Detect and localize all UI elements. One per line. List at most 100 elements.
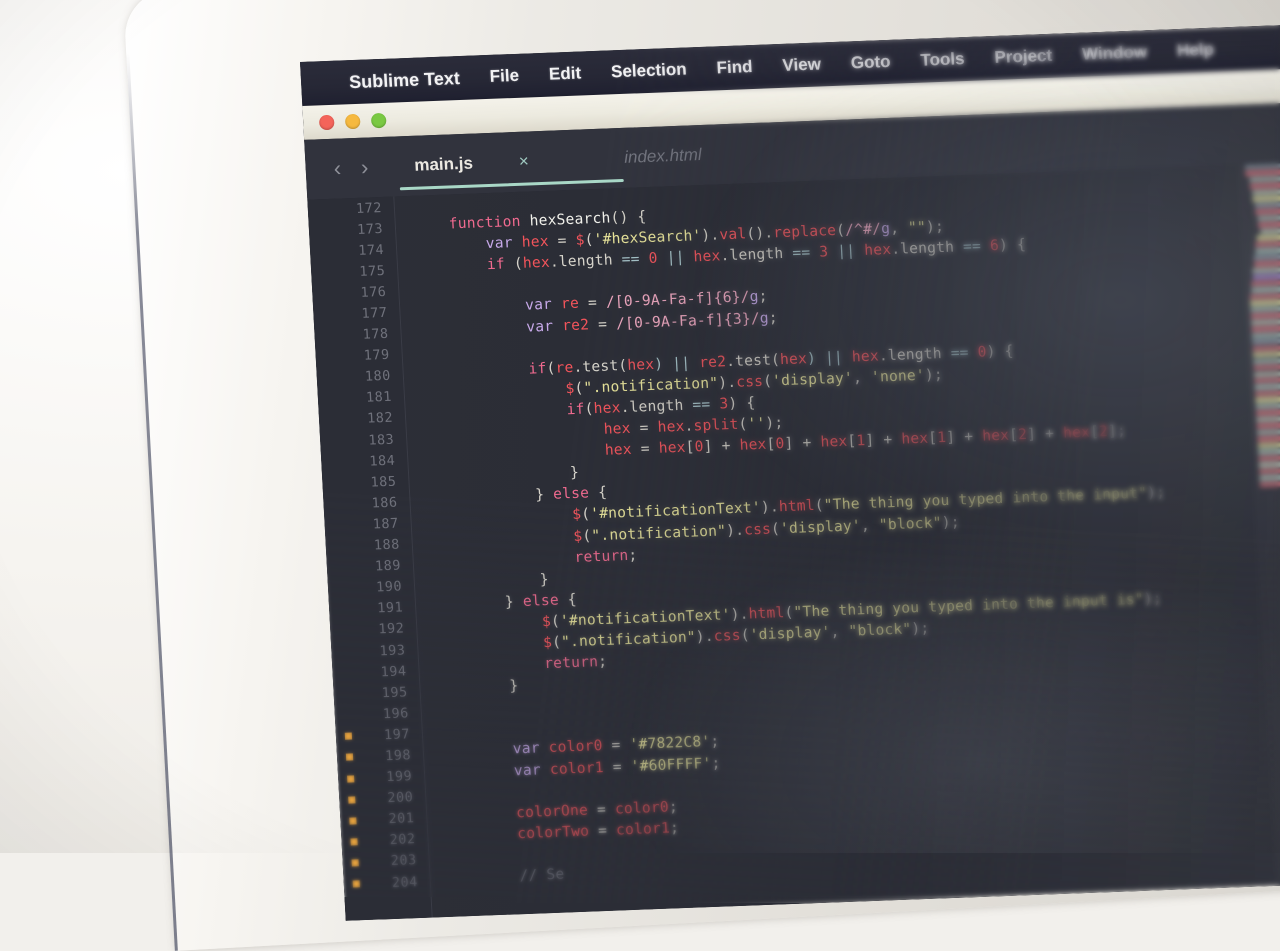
code-token: = — [588, 821, 617, 840]
menu-item-goto[interactable]: Goto — [850, 52, 891, 73]
code-editor[interactable]: 172 173 174 175 176 177 178 179 180 181 182 183 184 1… — [307, 159, 1280, 921]
code-token: = — [602, 736, 630, 755]
line-number: 183 — [367, 431, 395, 449]
line-number: 182 — [366, 410, 394, 428]
line-number: 194 — [380, 662, 407, 680]
code-token: ; — [668, 797, 679, 816]
minimap-line — [1256, 415, 1280, 423]
menu-item-sublime-text[interactable]: Sublime Text — [349, 68, 461, 93]
menu-item-help[interactable]: Help — [1177, 40, 1215, 61]
code-token: val — [718, 225, 747, 244]
code-token: || — [827, 242, 865, 261]
code-token: '#7822C8' — [629, 733, 711, 754]
zoom-button[interactable] — [370, 112, 387, 128]
code-token: html — [748, 604, 785, 623]
minimap-line — [1253, 363, 1280, 371]
menu-item-tools[interactable]: Tools — [920, 49, 965, 71]
code-token: ) { — [727, 394, 756, 413]
code-token: color0 — [548, 737, 604, 757]
code-token: re — [560, 295, 580, 313]
line-number: 176 — [360, 283, 387, 301]
code-token: .length — [620, 396, 693, 417]
minimap-line — [1253, 259, 1280, 267]
minimap-line — [1255, 409, 1280, 417]
minimap-line — [1254, 388, 1280, 397]
menu-item-file[interactable]: File — [489, 66, 519, 87]
code-token: ; — [627, 546, 638, 564]
modification-marker-icon — [349, 817, 357, 825]
minimap-line — [1253, 369, 1280, 378]
line-number: 174 — [357, 241, 385, 259]
menu-item-window[interactable]: Window — [1082, 42, 1148, 64]
menu-item-find[interactable]: Find — [716, 57, 753, 78]
code-token: css — [735, 372, 764, 391]
line-number: 187 — [372, 515, 400, 533]
code-token: = — [548, 231, 577, 250]
close-button[interactable] — [318, 114, 335, 130]
code-token: ; — [758, 288, 769, 306]
line-number: 200 — [386, 789, 414, 807]
code-token: = — [588, 314, 617, 333]
code-token: split — [693, 415, 739, 435]
minimap-line — [1255, 207, 1280, 216]
code-token: color1 — [615, 819, 671, 839]
menu-item-project[interactable]: Project — [994, 46, 1053, 68]
menu-item-view[interactable]: View — [782, 54, 821, 75]
minimap-line — [1256, 420, 1280, 430]
code-token: hexSearch — [529, 209, 611, 230]
code-token: "block" — [878, 513, 943, 534]
code-token: hex — [604, 440, 633, 459]
code-token: = — [578, 294, 607, 313]
code-token: var — [513, 760, 551, 779]
code-token: var — [512, 739, 550, 758]
minimap-line — [1252, 338, 1280, 345]
code-token: } — [432, 592, 524, 614]
minimap-line — [1257, 441, 1280, 449]
line-number: 204 — [391, 873, 419, 891]
code-token: , — [889, 219, 909, 238]
modification-marker-icon — [345, 753, 354, 762]
minimap-line — [1251, 285, 1280, 294]
code-token: ] + — [784, 433, 821, 453]
code-token: ] + — [703, 436, 741, 456]
gutter-row: 204 — [343, 871, 430, 895]
code-token: (). — [745, 224, 774, 243]
code-token: ) { — [998, 236, 1027, 255]
code-token: .length — [549, 251, 623, 272]
code-content[interactable]: function hexSearch() { var hex = $('#hex… — [393, 159, 1280, 917]
code-token: .length — [878, 344, 952, 365]
code-token: "" — [907, 218, 927, 237]
code-token: hex — [593, 399, 622, 418]
menu-item-edit[interactable]: Edit — [548, 63, 581, 84]
line-number: 195 — [381, 684, 409, 701]
code-token: .length — [720, 244, 793, 265]
tab-main-js[interactable]: main.js × — [387, 129, 600, 197]
code-token: var — [525, 316, 563, 336]
code-token: == — [791, 243, 820, 262]
line-number: 184 — [369, 452, 396, 470]
code-token: ; — [669, 819, 680, 837]
tab-index-html[interactable]: index.html — [597, 121, 810, 189]
forward-arrow-icon[interactable]: › — [360, 155, 369, 181]
minimize-button[interactable] — [344, 113, 361, 129]
close-icon[interactable]: × — [518, 151, 529, 171]
line-number: 197 — [383, 726, 411, 744]
minimap-line — [1251, 317, 1280, 326]
code-token: } — [431, 570, 550, 593]
code-token: .length — [890, 238, 964, 259]
minimap-line — [1253, 357, 1280, 365]
code-token: hex — [658, 438, 687, 457]
modification-marker-icon — [344, 732, 353, 741]
laptop-screen: Sublime Text File Edit Selection Find Vi… — [300, 21, 1280, 921]
code-token: colorTwo — [516, 822, 590, 843]
menu-item-selection[interactable]: Selection — [611, 60, 688, 83]
code-token: ]; — [1107, 422, 1127, 441]
line-number: 191 — [376, 599, 404, 617]
back-arrow-icon[interactable]: ‹ — [333, 156, 342, 182]
